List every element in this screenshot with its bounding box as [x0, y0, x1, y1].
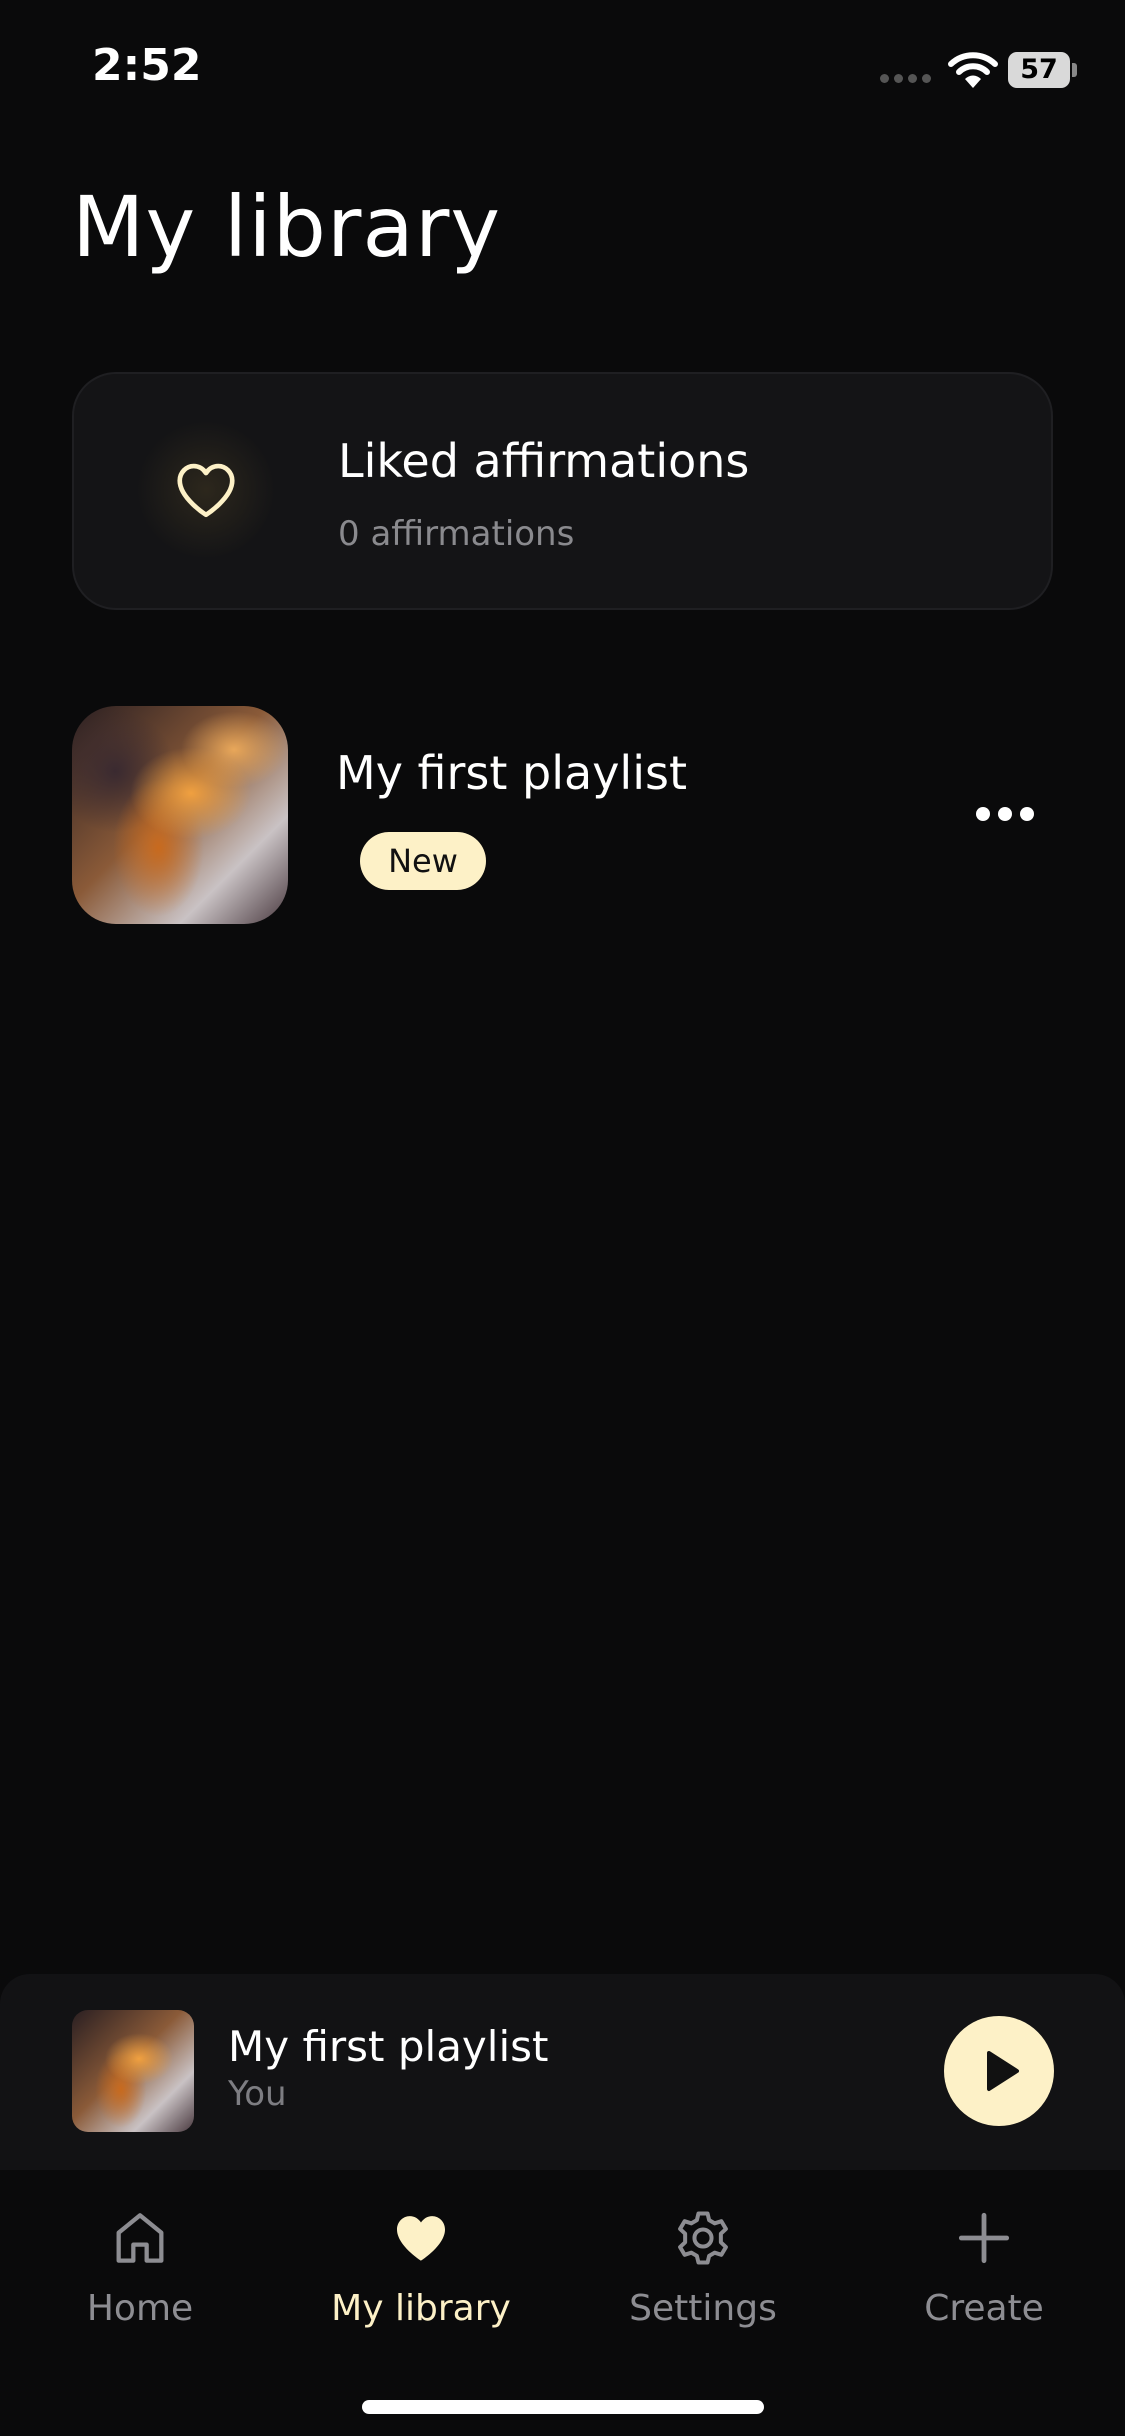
playlist-title: My first playlist	[336, 746, 687, 800]
wifi-icon	[948, 50, 998, 90]
mini-player-artwork	[72, 2010, 194, 2132]
liked-affirmations-card[interactable]: Liked affirmations 0 affirmations	[72, 372, 1053, 610]
tab-home[interactable]: Home	[20, 2206, 260, 2346]
tab-settings[interactable]: Settings	[583, 2206, 823, 2346]
status-bar: 2:52 57	[0, 0, 1125, 140]
page-title: My library	[72, 178, 502, 276]
home-indicator	[362, 2400, 764, 2414]
liked-affirmations-count: 0 affirmations	[338, 514, 575, 554]
list-item[interactable]: My first playlist New	[72, 706, 1053, 924]
heart-outline-icon	[136, 420, 276, 560]
more-horizontal-icon[interactable]	[972, 794, 1052, 834]
tab-my-library-label: My library	[331, 2288, 511, 2329]
play-icon	[987, 2051, 1019, 2091]
tab-home-label: Home	[86, 2288, 194, 2329]
tab-my-library[interactable]: My library	[301, 2206, 541, 2346]
tab-settings-label: Settings	[629, 2288, 777, 2329]
mini-player[interactable]: My first playlist You	[0, 1974, 1125, 2170]
tab-bar: Home My library Settings Create	[0, 2170, 1125, 2436]
signal-icon	[880, 74, 936, 84]
playlist-artwork	[72, 706, 288, 924]
gear-icon	[678, 2211, 728, 2265]
new-badge: New	[360, 832, 486, 890]
home-icon	[116, 2213, 164, 2263]
library-screen: 2:52 57 My library Liked affirmations 0 …	[0, 0, 1125, 2436]
battery-icon: 57	[1008, 52, 1078, 88]
mini-player-subtitle: You	[228, 2074, 287, 2114]
play-button[interactable]	[944, 2016, 1054, 2126]
liked-affirmations-title: Liked affirmations	[338, 434, 750, 488]
mini-player-title: My first playlist	[228, 2022, 549, 2071]
tab-create-label: Create	[924, 2288, 1044, 2329]
tab-create[interactable]: Create	[864, 2206, 1104, 2346]
plus-icon	[958, 2212, 1010, 2264]
status-time: 2:52	[92, 40, 202, 91]
heart-icon	[397, 2216, 445, 2261]
battery-level: 57	[1008, 52, 1070, 88]
